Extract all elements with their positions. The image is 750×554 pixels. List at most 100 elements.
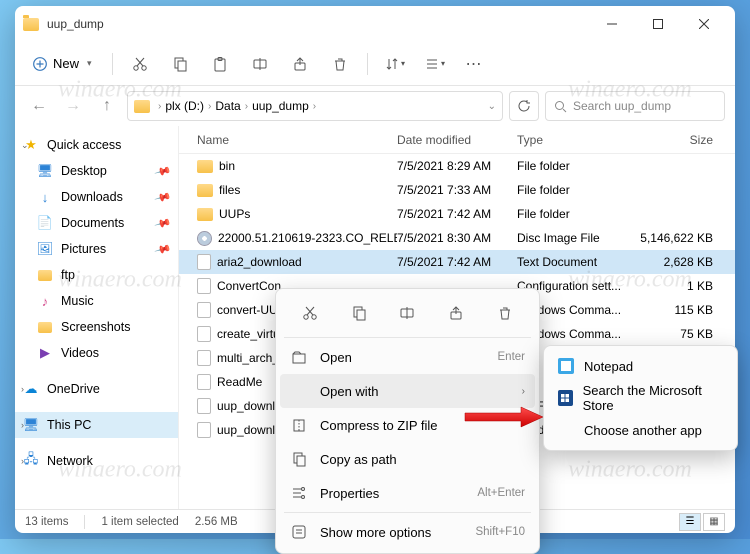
file-name: bin bbox=[219, 159, 235, 173]
pin-icon: 📌 bbox=[154, 240, 172, 258]
file-icon bbox=[197, 374, 211, 390]
notepad-icon bbox=[558, 358, 574, 374]
rename-icon[interactable] bbox=[392, 299, 422, 327]
sidebar-item-ftp[interactable]: ftp bbox=[15, 262, 178, 288]
status-size: 2.56 MB bbox=[195, 516, 238, 528]
file-size: 5,146,622 KB bbox=[637, 231, 727, 245]
view-details-button[interactable]: ☰ bbox=[679, 513, 701, 531]
sidebar-item-network[interactable]: ›🖧Network bbox=[15, 448, 178, 474]
more-icon bbox=[290, 524, 308, 540]
file-type: Text Document bbox=[517, 255, 637, 269]
file-icon bbox=[197, 254, 211, 270]
table-row[interactable]: 22000.51.210619-2323.CO_RELEASE_SVC_...7… bbox=[179, 226, 735, 250]
submenu-item-notepad[interactable]: Notepad bbox=[548, 350, 733, 382]
refresh-button[interactable] bbox=[509, 91, 539, 121]
sidebar-item-quick-access[interactable]: ⌄★Quick access bbox=[15, 132, 178, 158]
col-date[interactable]: Date modified bbox=[397, 133, 517, 147]
file-type: File folder bbox=[517, 183, 637, 197]
paste-icon[interactable] bbox=[203, 48, 237, 80]
column-headers[interactable]: Name Date modified Type Size bbox=[179, 126, 735, 154]
share-icon[interactable] bbox=[441, 299, 471, 327]
sidebar-item-onedrive[interactable]: ›☁OneDrive bbox=[15, 376, 178, 402]
chevron-down-icon[interactable]: ⌄ bbox=[488, 101, 496, 112]
sidebar-item-downloads[interactable]: ↓Downloads📌 bbox=[15, 184, 178, 210]
sidebar-item-music[interactable]: ♪Music bbox=[15, 288, 178, 314]
sidebar-item-videos[interactable]: ▶Videos bbox=[15, 340, 178, 366]
cut-icon[interactable] bbox=[123, 48, 157, 80]
file-icon bbox=[197, 278, 211, 294]
file-icon bbox=[197, 208, 213, 221]
file-name: uup_downlo bbox=[217, 399, 282, 413]
menu-item-compress-zip[interactable]: Compress to ZIP file bbox=[280, 408, 535, 442]
plus-icon bbox=[33, 57, 47, 71]
file-date: 7/5/2021 8:29 AM bbox=[397, 159, 517, 173]
file-icon bbox=[197, 422, 211, 438]
breadcrumb-segment[interactable]: Data bbox=[215, 99, 240, 113]
file-icon bbox=[197, 350, 211, 366]
properties-icon bbox=[290, 485, 308, 501]
copy-icon[interactable] bbox=[344, 299, 374, 327]
minimize-button[interactable] bbox=[589, 8, 635, 40]
copy-icon[interactable] bbox=[163, 48, 197, 80]
breadcrumb-segment[interactable]: uup_dump bbox=[252, 99, 309, 113]
file-size: 2,628 KB bbox=[637, 255, 727, 269]
file-name: files bbox=[219, 183, 240, 197]
menu-item-open-with[interactable]: Open with › bbox=[280, 374, 535, 408]
store-icon bbox=[558, 390, 573, 406]
file-size: 75 KB bbox=[637, 327, 727, 341]
window-title: uup_dump bbox=[47, 17, 104, 31]
submenu-item-choose-another[interactable]: Choose another app bbox=[548, 414, 733, 446]
file-type: File folder bbox=[517, 207, 637, 221]
table-row[interactable]: bin7/5/2021 8:29 AMFile folder bbox=[179, 154, 735, 178]
sidebar-item-pictures[interactable]: 🖼Pictures📌 bbox=[15, 236, 178, 262]
view-thumbnails-button[interactable]: ▦ bbox=[703, 513, 725, 531]
breadcrumb-segment[interactable]: plx (D:) bbox=[165, 99, 204, 113]
file-size: 115 KB bbox=[637, 303, 727, 317]
col-type[interactable]: Type bbox=[517, 133, 637, 147]
forward-button[interactable]: → bbox=[59, 92, 87, 120]
file-date: 7/5/2021 7:42 AM bbox=[397, 255, 517, 269]
back-button[interactable]: ← bbox=[25, 92, 53, 120]
menu-item-properties[interactable]: Properties Alt+Enter bbox=[280, 476, 535, 510]
context-menu: Open Enter Open with › Compress to ZIP f… bbox=[275, 288, 540, 554]
view-icon[interactable]: ▾ bbox=[418, 48, 452, 80]
search-input[interactable]: Search uup_dump bbox=[545, 91, 725, 121]
file-name: aria2_download bbox=[217, 255, 302, 269]
sort-icon[interactable]: ▾ bbox=[378, 48, 412, 80]
delete-icon[interactable] bbox=[323, 48, 357, 80]
menu-item-open[interactable]: Open Enter bbox=[280, 340, 535, 374]
submenu-item-store[interactable]: Search the Microsoft Store bbox=[548, 382, 733, 414]
menu-item-copy-path[interactable]: Copy as path bbox=[280, 442, 535, 476]
sidebar-item-this-pc[interactable]: ›🖥This PC bbox=[15, 412, 178, 438]
file-icon bbox=[197, 231, 212, 246]
more-icon[interactable]: ⋯ bbox=[458, 48, 492, 80]
table-row[interactable]: UUPs7/5/2021 7:42 AMFile folder bbox=[179, 202, 735, 226]
menu-item-show-more[interactable]: Show more options Shift+F10 bbox=[280, 515, 535, 549]
sidebar-item-screenshots[interactable]: Screenshots bbox=[15, 314, 178, 340]
col-name[interactable]: Name bbox=[187, 133, 397, 147]
open-icon bbox=[290, 349, 308, 365]
cut-icon[interactable] bbox=[295, 299, 325, 327]
maximize-button[interactable] bbox=[635, 8, 681, 40]
col-size[interactable]: Size bbox=[637, 133, 727, 147]
sidebar-item-desktop[interactable]: 🖥Desktop📌 bbox=[15, 158, 178, 184]
share-icon[interactable] bbox=[283, 48, 317, 80]
pin-icon: 📌 bbox=[154, 214, 172, 232]
file-size: 1 KB bbox=[637, 279, 727, 293]
file-icon bbox=[197, 184, 213, 197]
documents-icon: 📄 bbox=[37, 215, 53, 231]
breadcrumb[interactable]: › plx (D:) › Data › uup_dump › ⌄ bbox=[127, 91, 503, 121]
new-button[interactable]: New ▾ bbox=[23, 50, 102, 77]
delete-icon[interactable] bbox=[490, 299, 520, 327]
status-item-count: 13 items bbox=[25, 516, 68, 528]
file-icon bbox=[197, 326, 211, 342]
file-icon bbox=[197, 302, 211, 318]
up-button[interactable]: ↑ bbox=[93, 92, 121, 120]
rename-icon[interactable] bbox=[243, 48, 277, 80]
close-button[interactable] bbox=[681, 8, 727, 40]
table-row[interactable]: files7/5/2021 7:33 AMFile folder bbox=[179, 178, 735, 202]
sidebar-item-documents[interactable]: 📄Documents📌 bbox=[15, 210, 178, 236]
table-row[interactable]: aria2_download 7/5/2021 7:42 AMText Docum… bbox=[179, 250, 735, 274]
pin-icon: 📌 bbox=[154, 188, 172, 206]
sidebar: ⌄★Quick access 🖥Desktop📌 ↓Downloads📌 📄Do… bbox=[15, 126, 179, 509]
